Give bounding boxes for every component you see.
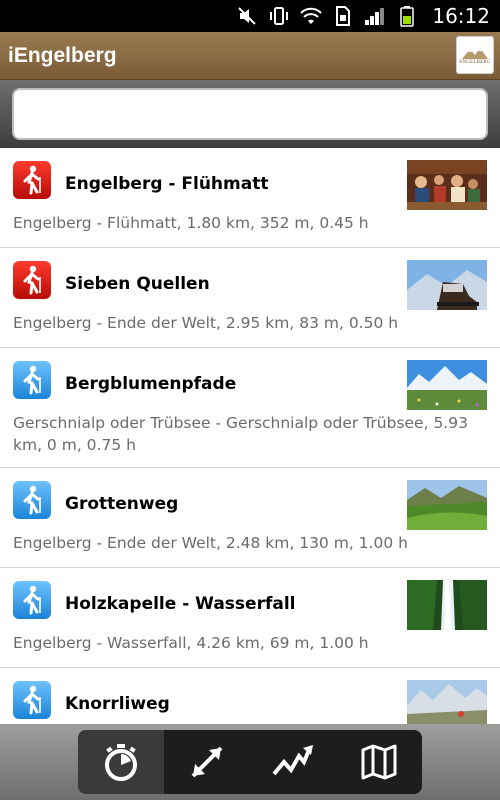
engelberg-logo[interactable]: ENGELBERG xyxy=(456,36,494,74)
bottom-toolbar xyxy=(0,724,500,800)
battery-icon xyxy=(396,5,418,27)
trail-details: Engelberg - Ende der Welt, 2.48 km, 130 … xyxy=(13,534,408,552)
map-icon xyxy=(361,744,397,780)
status-time: 16:12 xyxy=(432,4,490,28)
sort-duration-button[interactable] xyxy=(78,730,164,794)
trail-details: Gerschnialp oder Trübsee - Gerschnialp o… xyxy=(13,414,468,454)
trail-name: Knorrliweg xyxy=(65,694,170,714)
app-header: iEngelberg ENGELBERG xyxy=(0,32,500,80)
list-item[interactable]: Sieben Quellen Engelberg - Ende der Welt… xyxy=(0,248,500,348)
stopwatch-icon xyxy=(105,744,137,781)
trail-name: Engelberg - Flühmatt xyxy=(65,174,269,194)
sim-card-icon xyxy=(332,5,354,27)
trail-thumbnail xyxy=(407,580,487,630)
hiker-icon xyxy=(13,481,51,519)
search-input[interactable] xyxy=(12,88,488,140)
hiker-icon xyxy=(13,681,51,719)
wifi-icon xyxy=(300,5,323,27)
list-item[interactable]: Engelberg - Flühmatt Engelberg - Flühmat… xyxy=(0,148,500,248)
trail-thumbnail xyxy=(407,160,487,210)
trail-thumbnail xyxy=(407,260,487,310)
search-bar xyxy=(0,80,500,148)
list-item[interactable]: Holzkapelle - Wasserfall Engelberg - Was… xyxy=(0,568,500,668)
trail-thumbnail xyxy=(407,480,487,530)
trail-name: Sieben Quellen xyxy=(65,274,210,294)
trail-name: Grottenweg xyxy=(65,494,179,514)
list-item[interactable]: Knorrliweg xyxy=(0,668,500,724)
elevation-icon xyxy=(272,745,313,776)
app-title: iEngelberg xyxy=(8,43,117,67)
trail-name: Bergblumenpfade xyxy=(65,374,237,394)
list-item[interactable]: Grottenweg Engelberg - Ende der Welt, 2.… xyxy=(0,468,500,568)
trail-list: Engelberg - Flühmatt Engelberg - Flühmat… xyxy=(0,148,500,724)
hiker-icon xyxy=(13,581,51,619)
sort-distance-button[interactable] xyxy=(164,730,250,794)
list-item[interactable]: Bergblumenpfade Gerschnialp oder Trübsee… xyxy=(0,348,500,468)
logo-wordmark: ENGELBERG xyxy=(459,59,491,65)
vibrate-icon xyxy=(268,5,290,27)
mute-icon xyxy=(236,5,258,27)
sort-elevation-button[interactable] xyxy=(250,730,336,794)
hiker-icon xyxy=(13,261,51,299)
hiker-icon xyxy=(13,161,51,199)
status-bar: 16:12 xyxy=(0,0,500,32)
trail-details: Engelberg - Wasserfall, 4.26 km, 69 m, 1… xyxy=(13,634,369,652)
hiker-icon xyxy=(13,361,51,399)
sort-segmented-control xyxy=(78,730,422,794)
trail-name: Holzkapelle - Wasserfall xyxy=(65,594,296,614)
trail-details: Engelberg - Ende der Welt, 2.95 km, 83 m… xyxy=(13,314,399,332)
trail-thumbnail xyxy=(407,360,487,410)
signal-icon xyxy=(364,5,386,27)
trail-details: Engelberg - Flühmatt, 1.80 km, 352 m, 0.… xyxy=(13,214,369,232)
distance-arrows-icon xyxy=(191,746,223,778)
trail-thumbnail xyxy=(407,680,487,724)
map-button[interactable] xyxy=(336,730,422,794)
mountain-logo-icon xyxy=(462,47,488,59)
